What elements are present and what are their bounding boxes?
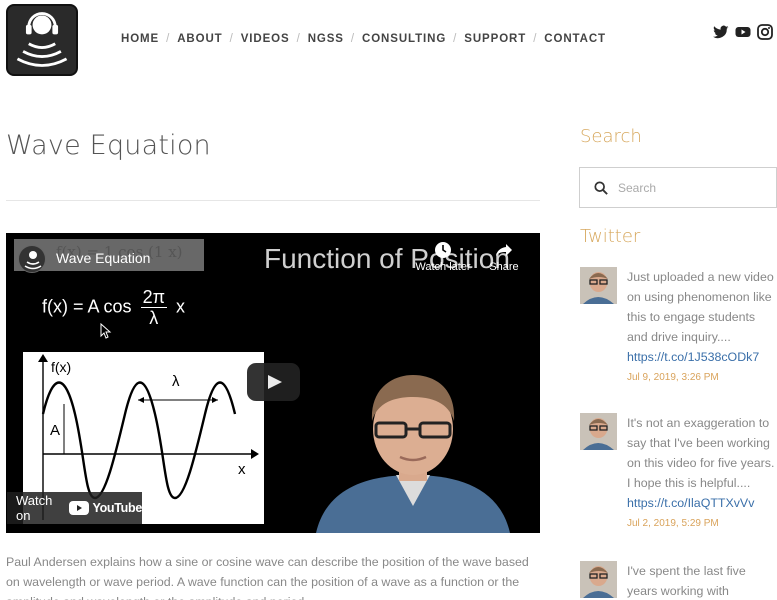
video-player[interactable]: f(x) = 1 cos (1 x) Wave Equation Functio… — [6, 233, 540, 533]
graph-amplitude-label: A — [50, 422, 60, 439]
nav-videos[interactable]: VIDEOS — [241, 33, 290, 45]
graph-x-label: x — [238, 461, 246, 478]
presenter-image — [306, 371, 520, 533]
search-icon — [594, 180, 608, 195]
play-icon — [268, 375, 282, 389]
tweet-text: It's not an exaggeration to say that I'v… — [627, 416, 775, 490]
tweet-body: I've spent the last five years working w… — [627, 561, 777, 600]
nav-separator: / — [350, 33, 355, 45]
watch-later-label: Watch later — [415, 261, 471, 273]
watch-on-youtube-button[interactable]: Watch on YouTube — [7, 492, 142, 524]
main-nav: HOME / ABOUT / VIDEOS / NGSS / CONSULTIN… — [121, 33, 606, 45]
nav-about[interactable]: ABOUT — [177, 33, 222, 45]
formula-denominator: λ — [149, 308, 159, 328]
avatar[interactable] — [580, 267, 617, 304]
twitter-heading: Twitter — [580, 226, 641, 247]
formula-variable: x — [176, 296, 186, 317]
search-box[interactable] — [579, 167, 777, 208]
nav-contact[interactable]: CONTACT — [544, 33, 606, 45]
twitter-icon[interactable] — [713, 24, 729, 40]
channel-avatar[interactable] — [18, 245, 46, 273]
share-button[interactable]: Share — [484, 241, 524, 273]
channel-logo-icon — [24, 251, 42, 270]
tweet-body: It's not an exaggeration to say that I'v… — [627, 413, 777, 533]
youtube-icon[interactable] — [735, 24, 751, 40]
watch-on-label: Watch on — [16, 493, 53, 523]
tweet-date[interactable]: Jul 9, 2019, 3:26 PM — [627, 369, 777, 387]
social-links — [713, 24, 773, 40]
nav-separator: / — [166, 33, 171, 45]
search-input[interactable] — [618, 180, 758, 195]
mouse-cursor-icon — [100, 323, 112, 339]
nav-home[interactable]: HOME — [121, 33, 159, 45]
formula-fraction: 2π λ — [140, 287, 167, 328]
nav-separator: / — [533, 33, 538, 45]
clock-icon — [435, 242, 451, 258]
tweet-body: Just uploaded a new video on using pheno… — [627, 267, 777, 387]
graph-y-label: f(x) — [51, 359, 71, 375]
graph-lambda-label: λ — [172, 373, 180, 390]
tweet-text: I've spent the last five years working w… — [627, 564, 746, 598]
tweet-date[interactable]: Jul 2, 2019, 5:29 PM — [627, 515, 777, 533]
youtube-play-icon — [69, 501, 90, 515]
play-button[interactable] — [247, 363, 300, 401]
title-divider — [6, 200, 540, 201]
avatar[interactable] — [580, 561, 617, 598]
search-heading: Search — [580, 126, 642, 147]
page-title: Wave Equation — [6, 130, 211, 161]
avatar[interactable] — [580, 413, 617, 450]
share-icon — [496, 244, 512, 256]
tweet-link[interactable]: https://t.co/1J538cODk7 — [627, 347, 777, 367]
video-title[interactable]: Wave Equation — [56, 250, 150, 266]
tweet-link[interactable]: https://t.co/IlaQTTXvVv — [627, 493, 777, 513]
nav-ngss[interactable]: NGSS — [308, 33, 344, 45]
formula-left: f(x) = A cos — [42, 296, 132, 317]
nav-support[interactable]: SUPPORT — [464, 33, 526, 45]
formula-numerator: 2π — [140, 287, 167, 308]
youtube-logo: YouTube — [69, 501, 142, 515]
nav-separator: / — [296, 33, 301, 45]
nav-separator: / — [453, 33, 458, 45]
tweet-text: Just uploaded a new video on using pheno… — [627, 270, 774, 344]
headphones-logo-icon — [16, 12, 68, 67]
instagram-icon[interactable] — [757, 24, 773, 40]
video-description: Paul Andersen explains how a sine or cos… — [6, 555, 529, 600]
wave-formula: f(x) = A cos 2π λ x — [42, 287, 185, 328]
watch-later-button[interactable]: Watch later — [408, 241, 478, 273]
share-label: Share — [489, 261, 519, 273]
youtube-wordmark: YouTube — [92, 501, 142, 515]
site-logo[interactable] — [6, 4, 78, 76]
nav-consulting[interactable]: CONSULTING — [362, 33, 446, 45]
nav-separator: / — [229, 33, 234, 45]
